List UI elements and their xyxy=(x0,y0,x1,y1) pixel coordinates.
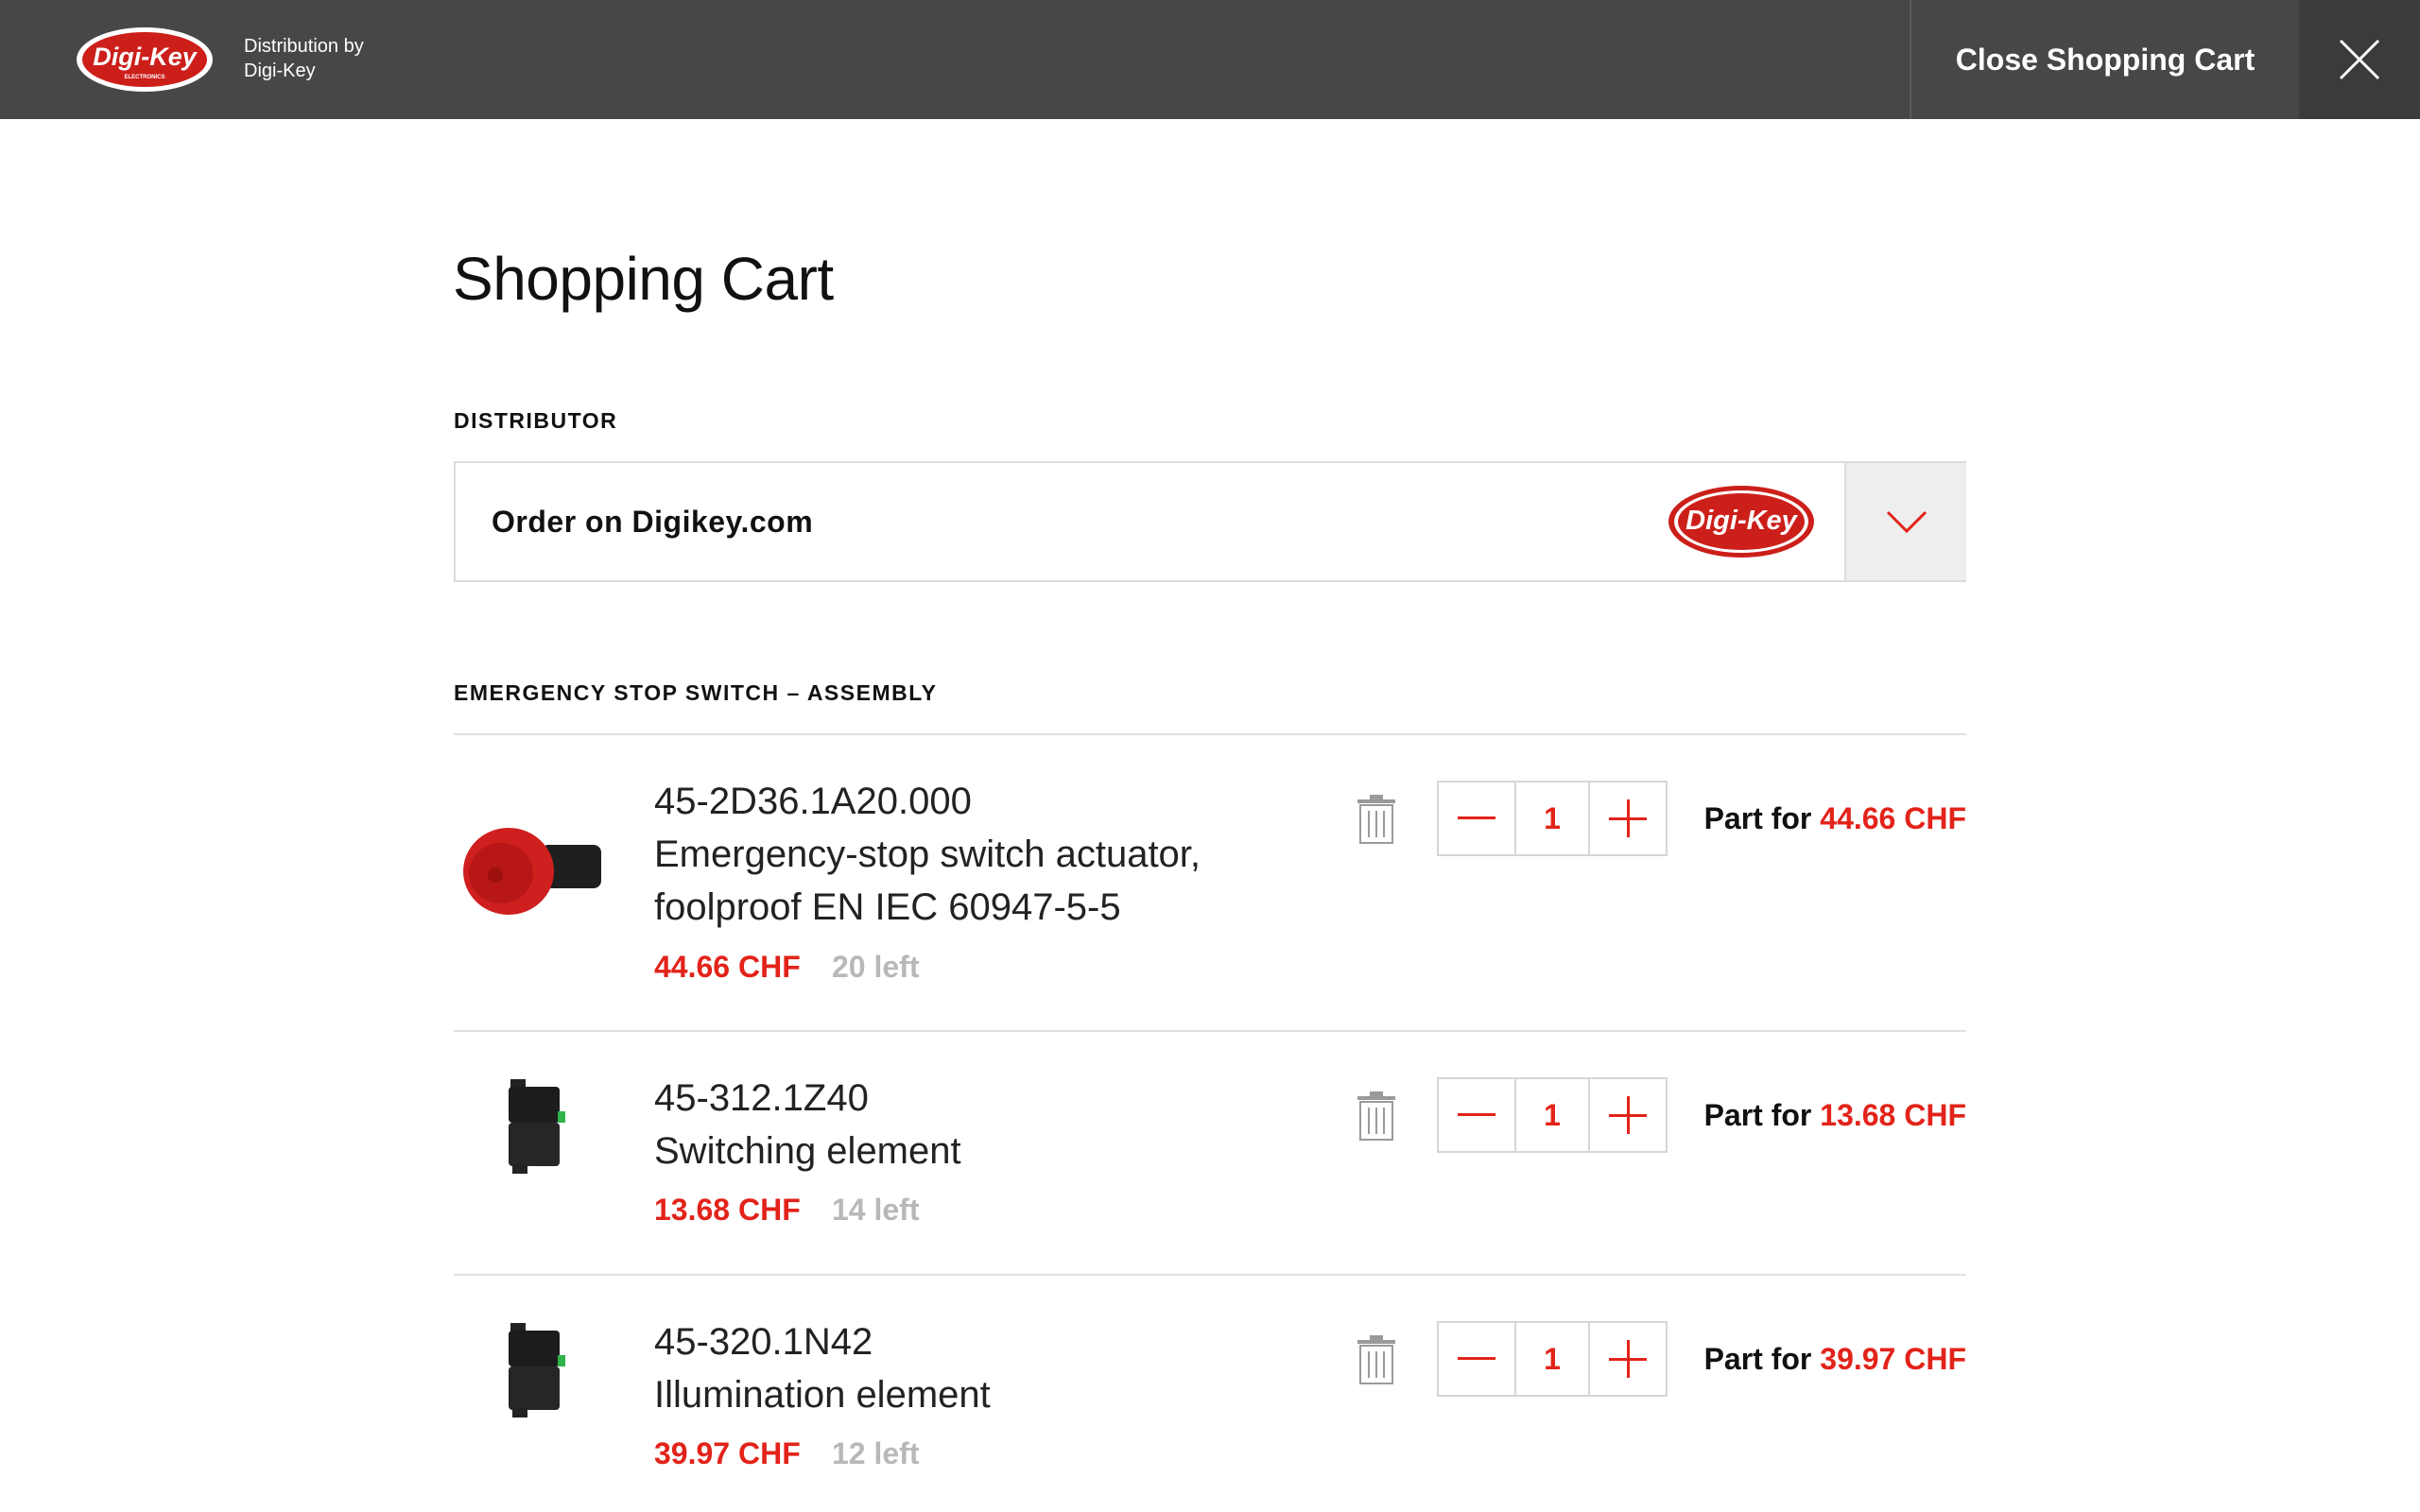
part-number: 45-312.1Z40 xyxy=(654,1077,869,1119)
trash-icon[interactable] xyxy=(1356,794,1397,845)
svg-text:ELECTRONICS: ELECTRONICS xyxy=(124,75,164,80)
part-description: Emergency-stop switch actuator, foolproo… xyxy=(654,828,1316,934)
emergency-stop-actuator-image xyxy=(463,828,601,915)
close-shopping-cart-button[interactable]: Close Shopping Cart xyxy=(1910,0,2299,119)
trash-icon[interactable] xyxy=(1356,1091,1397,1142)
part-number: 45-2D36.1A20.000 xyxy=(654,781,972,822)
minus-icon xyxy=(1458,1357,1495,1360)
line-total: Part for 39.97 CHF xyxy=(1704,1342,1966,1377)
part-description-line-2: foolproof EN IEC 60947-5-5 xyxy=(654,886,1121,928)
chevron-down-icon xyxy=(1886,510,1927,533)
part-description: Switching element xyxy=(654,1125,1316,1177)
stock-left: 20 left xyxy=(832,950,920,984)
assembly-title: EMERGENCY STOP SWITCH – ASSEMBLY xyxy=(454,680,938,705)
decrease-quantity-button[interactable] xyxy=(1439,1323,1514,1395)
line-total-label: Part for xyxy=(1703,1342,1812,1376)
distribution-line-1: Distribution by xyxy=(244,36,364,57)
line-total-price: 44.66 CHF xyxy=(1820,801,1966,835)
part-description: Illumination element xyxy=(654,1368,1316,1421)
quantity-stepper: 1 xyxy=(1437,1321,1668,1397)
svg-text:Digi-Key: Digi-Key xyxy=(93,43,199,71)
quantity-stepper: 1 xyxy=(1437,1077,1668,1153)
unit-price: 44.66 CHF xyxy=(654,950,801,984)
distributor-dropdown-button[interactable] xyxy=(1844,463,1966,580)
quantity-input[interactable]: 1 xyxy=(1514,1079,1590,1151)
plus-icon xyxy=(1609,1340,1647,1378)
cart-item: 45-2D36.1A20.000 Emergency-stop switch a… xyxy=(454,735,1966,1030)
line-total-label: Part for xyxy=(1703,1098,1812,1132)
line-total: Part for 13.68 CHF xyxy=(1704,1098,1966,1133)
illumination-element-image xyxy=(509,1323,565,1418)
line-total-price: 13.68 CHF xyxy=(1820,1098,1966,1132)
decrease-quantity-button[interactable] xyxy=(1439,782,1514,854)
minus-icon xyxy=(1458,816,1495,819)
digikey-logo[interactable]: Digi-Key ELECTRONICS xyxy=(74,25,216,94)
top-bar: Digi-Key ELECTRONICS Distribution by Dig… xyxy=(0,0,2420,119)
distributor-label: DISTRIBUTOR xyxy=(454,408,618,433)
distribution-line-2: Digi-Key xyxy=(244,60,316,81)
increase-quantity-button[interactable] xyxy=(1590,1079,1666,1151)
increase-quantity-button[interactable] xyxy=(1590,782,1666,854)
part-description-line-1: Emergency-stop switch actuator, xyxy=(654,833,1201,875)
svg-text:Digi-Key: Digi-Key xyxy=(1685,506,1799,536)
line-total-label: Part for xyxy=(1703,801,1812,835)
part-number: 45-320.1N42 xyxy=(654,1321,873,1363)
unit-price: 39.97 CHF xyxy=(654,1436,801,1470)
close-button[interactable] xyxy=(2299,0,2420,119)
plus-icon xyxy=(1609,799,1647,837)
increase-quantity-button[interactable] xyxy=(1590,1323,1666,1395)
part-description-line-1: Illumination element xyxy=(654,1374,991,1416)
line-total-price: 39.97 CHF xyxy=(1820,1342,1966,1376)
cart-item: 45-320.1N42 Illumination element 39.97 C… xyxy=(454,1276,1966,1512)
quantity-input[interactable]: 1 xyxy=(1514,1323,1590,1395)
part-description-line-1: Switching element xyxy=(654,1130,961,1172)
distributor-select[interactable]: Order on Digikey.com Digi-Key xyxy=(454,461,1966,582)
page-title: Shopping Cart xyxy=(453,245,834,313)
decrease-quantity-button[interactable] xyxy=(1439,1079,1514,1151)
distributor-selected-value: Order on Digikey.com xyxy=(492,504,814,539)
stock-left: 12 left xyxy=(832,1436,920,1470)
distribution-note: Distribution by Digi-Key xyxy=(244,34,364,83)
close-icon xyxy=(2339,39,2380,80)
trash-icon[interactable] xyxy=(1356,1334,1397,1385)
stock-left: 14 left xyxy=(832,1193,920,1227)
cart-item: 45-312.1Z40 Switching element 13.68 CHF … xyxy=(454,1032,1966,1274)
unit-price: 13.68 CHF xyxy=(654,1193,801,1227)
close-shopping-cart-label: Close Shopping Cart xyxy=(1955,42,2256,77)
plus-icon xyxy=(1609,1096,1647,1134)
quantity-input[interactable]: 1 xyxy=(1514,782,1590,854)
switching-element-image xyxy=(509,1079,565,1174)
line-total: Part for 44.66 CHF xyxy=(1704,801,1966,836)
minus-icon xyxy=(1458,1113,1495,1116)
quantity-stepper: 1 xyxy=(1437,781,1668,856)
digikey-logo: Digi-Key xyxy=(1668,486,1814,558)
